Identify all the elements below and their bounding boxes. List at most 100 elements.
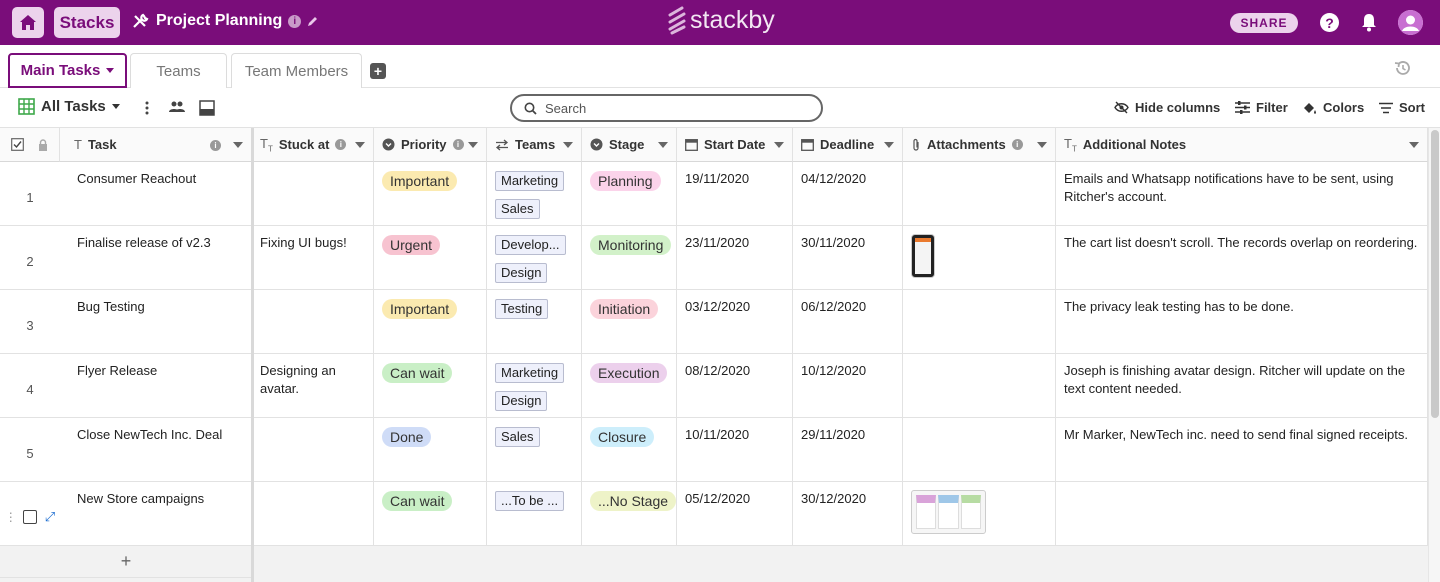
cell-priority[interactable]: Important bbox=[374, 162, 487, 226]
cell-start[interactable]: 10/11/2020 bbox=[677, 418, 793, 482]
team-tag[interactable]: Design bbox=[495, 391, 548, 411]
expand-icon[interactable]: ⤢ bbox=[45, 509, 55, 525]
cell-deadline[interactable]: 30/12/2020 bbox=[793, 482, 903, 546]
team-tag[interactable]: Design bbox=[495, 263, 548, 283]
cell-priority[interactable]: Important bbox=[374, 290, 487, 354]
cell-stuck[interactable] bbox=[252, 418, 374, 482]
cell-task[interactable]: Flyer Release bbox=[60, 354, 252, 418]
cell-task[interactable]: Consumer Reachout bbox=[60, 162, 252, 226]
app-screens-thumbnail[interactable] bbox=[911, 490, 986, 534]
cell-start[interactable]: 23/11/2020 bbox=[677, 226, 793, 290]
cell-notes[interactable]: Joseph is finishing avatar design. Ritch… bbox=[1056, 354, 1428, 418]
chevron-down-icon[interactable] bbox=[658, 142, 668, 148]
cell-attach[interactable] bbox=[903, 226, 1056, 290]
team-tag[interactable]: Marketing bbox=[495, 171, 565, 191]
column-header-stage[interactable]: Stage bbox=[582, 128, 677, 162]
cell-priority[interactable]: Can wait bbox=[374, 354, 487, 418]
tab-teams[interactable]: Teams bbox=[130, 53, 227, 88]
home-button[interactable] bbox=[12, 7, 44, 38]
help-icon[interactable]: ? bbox=[1320, 13, 1339, 32]
chevron-down-icon[interactable] bbox=[355, 142, 365, 148]
cell-task[interactable]: Close NewTech Inc. Deal bbox=[60, 418, 252, 482]
cell-teams[interactable]: Develop... Design bbox=[487, 226, 582, 290]
cell-deadline[interactable]: 04/12/2020 bbox=[793, 162, 903, 226]
chevron-down-icon[interactable] bbox=[774, 142, 784, 148]
cell-attach[interactable] bbox=[903, 418, 1056, 482]
sort-button[interactable]: Sort bbox=[1379, 100, 1425, 115]
cell-notes[interactable]: The privacy leak testing has to be done. bbox=[1056, 290, 1428, 354]
table-row[interactable]: 2 Finalise release of v2.3 Fixing UI bugs!… bbox=[0, 226, 1428, 290]
cell-attach[interactable] bbox=[903, 290, 1056, 354]
add-tab-button[interactable]: + bbox=[370, 63, 386, 79]
team-tag[interactable]: Testing bbox=[495, 299, 549, 319]
cell-priority[interactable]: Done bbox=[374, 418, 487, 482]
chevron-down-icon[interactable] bbox=[233, 142, 243, 148]
project-title[interactable]: Project Planning bbox=[156, 12, 282, 30]
chevron-down-icon[interactable] bbox=[563, 142, 573, 148]
row-checkbox[interactable] bbox=[22, 510, 37, 524]
cell-deadline[interactable]: 29/11/2020 bbox=[793, 418, 903, 482]
cell-notes[interactable]: The cart list doesn't scroll. The record… bbox=[1056, 226, 1428, 290]
column-header-priority[interactable]: Priority i bbox=[374, 128, 487, 162]
table-row[interactable]: 4 Flyer Release Designing an avatar. Can wa… bbox=[0, 354, 1428, 418]
cell-notes[interactable]: Mr Marker, NewTech inc. need to send fin… bbox=[1056, 418, 1428, 482]
cell-deadline[interactable]: 30/11/2020 bbox=[793, 226, 903, 290]
info-icon[interactable]: i bbox=[452, 139, 464, 150]
cell-stage[interactable]: ...No Stage bbox=[582, 482, 677, 546]
table-row[interactable]: 3 Bug Testing Important Testing Initiation 03… bbox=[0, 290, 1428, 354]
cell-priority[interactable]: Urgent bbox=[374, 226, 487, 290]
add-row-button[interactable]: + bbox=[0, 546, 252, 578]
cell-attach[interactable] bbox=[903, 482, 1056, 546]
history-icon[interactable] bbox=[1393, 60, 1411, 76]
cell-task[interactable]: Bug Testing bbox=[60, 290, 252, 354]
cell-stage[interactable]: Closure bbox=[582, 418, 677, 482]
cell-stage[interactable]: Execution bbox=[582, 354, 677, 418]
checkbox-icon[interactable] bbox=[11, 138, 24, 151]
cell-stuck[interactable] bbox=[252, 482, 374, 546]
cell-teams[interactable]: ...To be ... bbox=[487, 482, 582, 546]
pencil-icon[interactable] bbox=[307, 15, 319, 27]
filter-button[interactable]: Filter bbox=[1235, 100, 1288, 115]
column-header-additional-notes[interactable]: TT Additional Notes bbox=[1056, 128, 1428, 162]
chevron-down-icon[interactable] bbox=[1037, 142, 1047, 148]
table-row[interactable]: 5 Close NewTech Inc. Deal Done Sales Closure… bbox=[0, 418, 1428, 482]
hide-columns-button[interactable]: Hide columns bbox=[1114, 100, 1220, 115]
chevron-down-icon[interactable] bbox=[884, 142, 894, 148]
team-tag[interactable]: Develop... bbox=[495, 235, 566, 255]
cell-task[interactable]: New Store campaigns bbox=[60, 482, 252, 546]
row-height-icon[interactable] bbox=[199, 100, 215, 116]
frozen-column-divider[interactable] bbox=[251, 128, 254, 582]
cell-stuck[interactable] bbox=[252, 290, 374, 354]
cell-teams[interactable]: Sales bbox=[487, 418, 582, 482]
cell-start[interactable]: 03/12/2020 bbox=[677, 290, 793, 354]
chevron-down-icon[interactable] bbox=[468, 142, 478, 148]
column-header-teams[interactable]: Teams bbox=[487, 128, 582, 162]
cell-start[interactable]: 08/12/2020 bbox=[677, 354, 793, 418]
vertical-scrollbar[interactable] bbox=[1428, 128, 1440, 582]
info-icon[interactable]: i bbox=[1011, 139, 1023, 150]
cell-start[interactable]: 05/12/2020 bbox=[677, 482, 793, 546]
table-row[interactable]: ⋮ ⤢ New Store campaigns Can wait ...To be ..… bbox=[0, 482, 1428, 546]
cell-stuck[interactable]: Designing an avatar. bbox=[252, 354, 374, 418]
drag-handle-icon[interactable]: ⋮ bbox=[5, 510, 17, 524]
info-icon[interactable]: i bbox=[210, 140, 221, 151]
search-input[interactable] bbox=[545, 100, 795, 116]
bell-icon[interactable] bbox=[1360, 12, 1378, 32]
team-tag[interactable]: Marketing bbox=[495, 363, 565, 383]
cell-attach[interactable] bbox=[903, 354, 1056, 418]
cell-attach[interactable] bbox=[903, 162, 1056, 226]
view-selector[interactable]: All Tasks bbox=[18, 98, 120, 115]
cell-deadline[interactable]: 06/12/2020 bbox=[793, 290, 903, 354]
tab-main-tasks[interactable]: Main Tasks bbox=[8, 53, 127, 88]
cell-notes[interactable]: Emails and Whatsapp notifications have t… bbox=[1056, 162, 1428, 226]
cell-stage[interactable]: Monitoring bbox=[582, 226, 677, 290]
cell-stage[interactable]: Planning bbox=[582, 162, 677, 226]
cell-start[interactable]: 19/11/2020 bbox=[677, 162, 793, 226]
avatar[interactable] bbox=[1398, 10, 1423, 35]
team-tag[interactable]: Sales bbox=[495, 199, 540, 219]
column-header-stuck-at[interactable]: TT Stuck at i bbox=[252, 128, 374, 162]
column-header-attachments[interactable]: Attachments i bbox=[903, 128, 1056, 162]
cell-stuck[interactable] bbox=[252, 162, 374, 226]
stacks-button[interactable]: Stacks bbox=[54, 7, 120, 38]
phone-screenshot-thumbnail[interactable] bbox=[911, 234, 935, 278]
